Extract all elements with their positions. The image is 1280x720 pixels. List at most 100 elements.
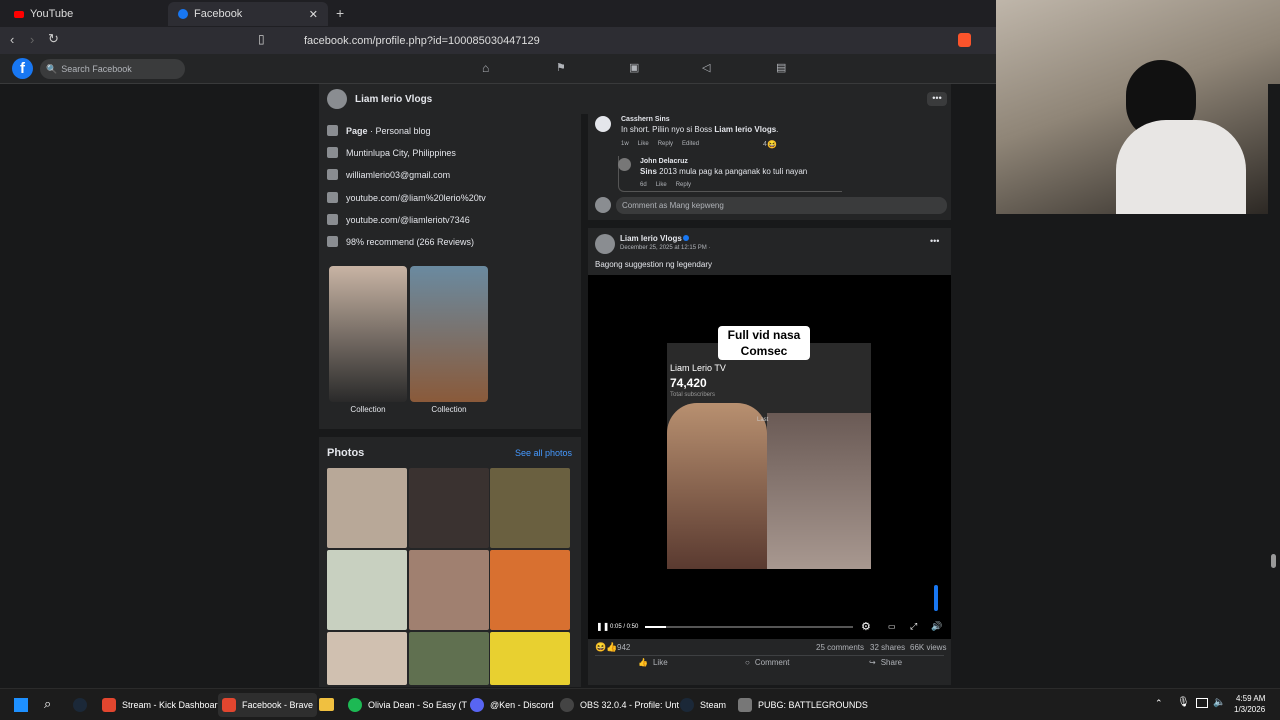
home-icon[interactable]: ⌂ [482, 61, 489, 75]
comment-count[interactable]: 25 comments [816, 643, 864, 652]
taskbar-app-facebook[interactable]: Facebook - Brave [218, 693, 318, 717]
megaphone-icon[interactable]: ◁ [702, 61, 710, 74]
taskbar-app-label: Olivia Dean - So Easy (T [368, 700, 468, 710]
microphone-icon[interactable]: 🎙 [1177, 697, 1190, 708]
tab-facebook[interactable]: Facebook ✕ [168, 2, 328, 26]
photo-thumb[interactable] [490, 468, 570, 548]
scrollbar-thumb[interactable] [1271, 554, 1276, 568]
volume-slider[interactable] [934, 585, 938, 611]
video-overlay-caption: Full vid nasa Comsec [718, 326, 810, 360]
post-date[interactable]: December 25, 2025 at 12:15 PM · [620, 245, 710, 251]
collection-thumb-1[interactable] [329, 266, 407, 402]
photo-thumb[interactable] [327, 550, 407, 630]
brave-shield-icon[interactable] [958, 33, 971, 47]
post-author[interactable]: Liam Ierio Vlogs [620, 234, 682, 243]
browser-tab-bar: YouTube Facebook ✕ + [0, 0, 996, 27]
intro-link-1-text[interactable]: youtube.com/@liam%20lerio%20tv [346, 193, 486, 203]
like-button[interactable]: 👍 Like [638, 658, 668, 667]
post-more-icon[interactable]: ••• [930, 236, 939, 246]
taskbar-app-pubg[interactable]: PUBG: BATTLEGROUNDS [734, 693, 872, 717]
bookmark-icon[interactable]: ▯ [258, 32, 265, 46]
intro-page-label: Page [346, 125, 368, 136]
taskbar-app-kick[interactable]: Stream - Kick Dashboar [98, 693, 222, 717]
marketplace-icon[interactable]: ▤ [776, 61, 786, 74]
reply-text: Sins 2013 mula pag ka panganak ko tuli n… [640, 167, 807, 176]
video-person-left [667, 403, 767, 569]
photo-thumb[interactable] [327, 468, 407, 548]
display-icon[interactable] [1196, 698, 1208, 708]
reply-reply-button[interactable]: Reply [676, 182, 691, 188]
taskbar-app-spotify[interactable]: Olivia Dean - So Easy (T [344, 693, 471, 717]
person-shirt [1116, 120, 1246, 214]
intro-page-type-text: · Personal blog [367, 125, 431, 136]
reply-like-button[interactable]: Like [656, 182, 667, 188]
photo-thumb[interactable] [490, 632, 570, 685]
taskbar-app-steam[interactable]: Steam [676, 693, 730, 717]
intro-page-type: Page · Personal blog [327, 125, 431, 136]
reload-icon[interactable]: ↻ [48, 31, 59, 47]
collection-thumb-2[interactable] [410, 266, 488, 402]
intro-location: Muntinlupa City, Philippines [327, 147, 456, 158]
file-explorer-icon[interactable] [319, 698, 334, 711]
page-scrollbar[interactable] [1268, 84, 1280, 688]
speaker-icon[interactable]: 🔈 [1213, 697, 1225, 708]
like-label: Like [652, 658, 668, 667]
comment-input[interactable]: Comment as Mang kepweng [616, 197, 947, 214]
reaction-count[interactable]: 942 [617, 643, 630, 652]
comment-like-button[interactable]: Like [638, 141, 649, 147]
search-icon[interactable]: ⌕ [44, 696, 51, 712]
avatar [595, 234, 615, 254]
new-tab-button[interactable]: + [336, 5, 344, 21]
see-all-photos-link[interactable]: See all photos [515, 448, 572, 458]
reply-mention[interactable]: Sins [640, 167, 657, 176]
reply-meta: 6d Like Reply [640, 182, 691, 188]
windows-start-icon[interactable] [14, 698, 28, 712]
comment-mention[interactable]: Liam Ierio Vlogs [714, 125, 776, 134]
photo-thumb[interactable] [490, 550, 570, 630]
video-icon[interactable]: ▣ [629, 61, 639, 74]
clock-date[interactable]: 1/3/2026 [1234, 705, 1265, 714]
photo-thumb[interactable] [409, 632, 489, 685]
flag-icon[interactable]: ⚑ [556, 61, 566, 74]
close-tab-icon[interactable]: ✕ [309, 8, 318, 21]
video-player[interactable]: Liam Lerio TV 74,420 Total subscribers L… [588, 275, 951, 639]
video-progress-bar[interactable] [645, 626, 853, 628]
location-icon [327, 147, 338, 158]
fullscreen-icon[interactable]: ⤢ [910, 621, 917, 632]
facebook-logo[interactable]: f [12, 58, 33, 79]
taskbar-app-discord[interactable]: @Ken - Discord [466, 693, 558, 717]
share-button[interactable]: ↪ Share [869, 658, 902, 667]
settings-gear-icon[interactable]: ⚙ [861, 620, 871, 633]
reply-time: 6d [640, 182, 647, 188]
forward-icon[interactable]: › [30, 32, 34, 47]
search-input[interactable]: 🔍 Search Facebook [40, 59, 185, 79]
photo-thumb[interactable] [327, 632, 407, 685]
back-icon[interactable]: ‹ [10, 32, 14, 47]
captions-icon[interactable]: ▭ [888, 622, 896, 631]
pause-icon[interactable]: ❚❚ [596, 622, 609, 631]
intro-recommend-text: 98% recommend (266 Reviews) [346, 236, 475, 247]
photos-title: Photos [327, 447, 365, 459]
intro-recommend: 98% recommend (266 Reviews) [327, 236, 474, 247]
profile-name[interactable]: Liam Ierio Vlogs [355, 94, 432, 105]
chevron-up-icon[interactable]: ⌃ [1155, 698, 1163, 709]
intro-link-2-text[interactable]: youtube.com/@liamleriotv7346 [346, 215, 470, 225]
volume-icon[interactable]: 🔊 [931, 621, 942, 632]
clock-time[interactable]: 4:59 AM [1236, 694, 1265, 703]
more-options-icon[interactable]: ••• [927, 92, 947, 106]
taskbar-app-obs[interactable]: OBS 32.0.4 - Profile: Unt [556, 693, 683, 717]
comment-reply-button[interactable]: Reply [658, 141, 673, 147]
facebook-top-nav: f 🔍 Search Facebook ⌂ ⚑ ▣ ◁ ▤ [0, 54, 996, 84]
share-count[interactable]: 32 shares [870, 643, 905, 652]
url-field[interactable]: facebook.com/profile.php?id=100085030447… [280, 30, 880, 51]
avatar [618, 158, 631, 171]
intro-email-text[interactable]: williamlerio03@gmail.com [346, 170, 450, 180]
reply-author[interactable]: John Delacruz [640, 158, 688, 165]
tab-youtube[interactable]: YouTube [4, 2, 164, 26]
photo-thumb[interactable] [409, 550, 489, 630]
comment-author[interactable]: Casshern Sins [621, 116, 670, 123]
photo-thumb[interactable] [409, 468, 489, 548]
steam-pinned-icon[interactable] [73, 698, 87, 712]
comment-button[interactable]: ○ Comment [745, 658, 790, 667]
comment-input-placeholder: Comment as Mang kepweng [622, 201, 724, 210]
